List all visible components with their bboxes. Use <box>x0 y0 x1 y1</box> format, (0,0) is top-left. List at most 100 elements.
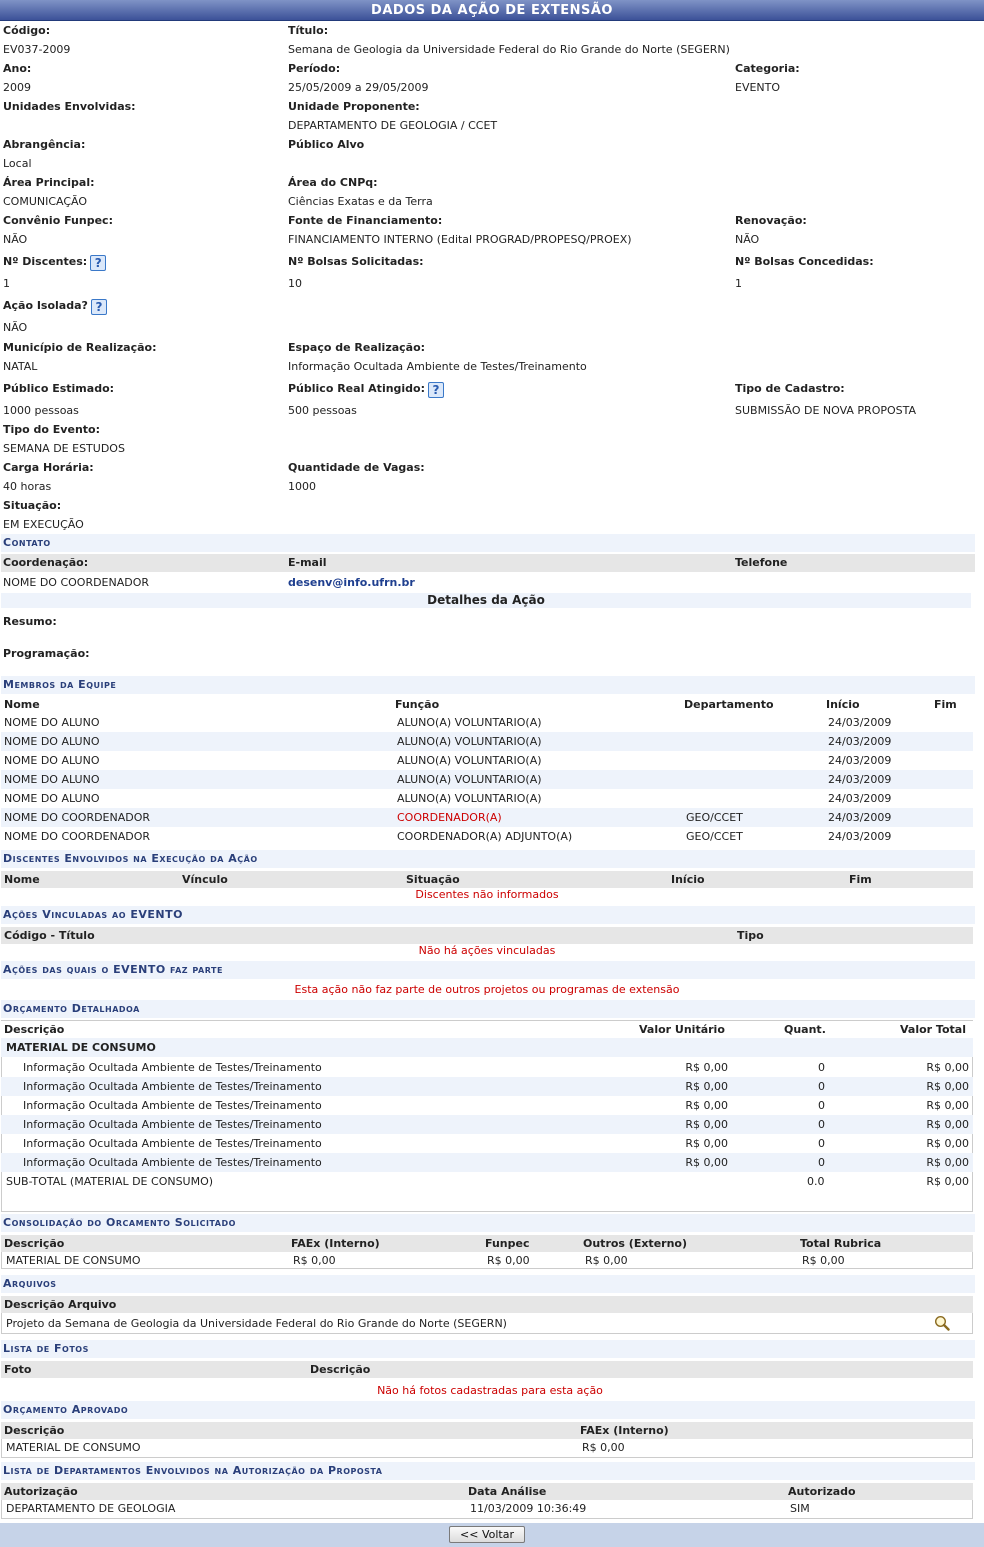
magnifier-icon[interactable] <box>934 1315 950 1331</box>
field-label-abrangencia: Abrangência: <box>3 138 86 151</box>
consolidacao-row: MATERIAL DE CONSUMO R$ 0,00 R$ 0,00 R$ 0… <box>1 1252 973 1269</box>
col-inicio: Início <box>826 698 860 711</box>
section-orcamento: Orçamento Detalhadoa <box>1 1000 975 1018</box>
field-value-area-cnpq: Ciências Exatas e da Terra <box>288 195 433 208</box>
field-value-area-principal: COMUNICAÇÃO <box>3 195 88 208</box>
cell-inicio: 24/03/2009 <box>828 716 892 729</box>
col-fim: Fim <box>849 873 872 886</box>
programacao-label: Programação: <box>3 647 90 660</box>
discentes-empty: Discentes não informados <box>415 888 559 901</box>
cell-inicio: 24/03/2009 <box>828 773 892 786</box>
section-fotos: Lista de Fotos <box>1 1340 975 1358</box>
cell-departamento: GEO/CCET <box>686 830 743 843</box>
field-value-fonte: FINANCIAMENTO INTERNO (Edital PROGRAD/PR… <box>288 233 632 246</box>
table-row: NOME DO COORDENADOR COORDENADOR(A) ADJUNT… <box>1 827 973 846</box>
group-label: MATERIAL DE CONSUMO <box>6 1041 156 1054</box>
field-label-ano: Ano: <box>3 62 32 75</box>
col-funpec: Funpec <box>485 1237 530 1250</box>
field-label-carga: Carga Horária: <box>3 461 94 474</box>
col-valor-unitario: Valor Unitário <box>639 1023 725 1036</box>
field-value-carga: 40 horas <box>3 480 52 493</box>
field-label-area-principal: Área Principal: <box>3 176 95 189</box>
cell-quant: 0 <box>818 1080 825 1093</box>
orcamento-header: Descrição Valor Unitário Quant. Valor To… <box>1 1021 973 1038</box>
cell-quant: 0 <box>818 1137 825 1150</box>
field-label-discentes: Nº Discentes: <box>3 255 88 268</box>
aprovado-row: MATERIAL DE CONSUMO R$ 0,00 <box>1 1439 973 1456</box>
table-row: Informação Ocultada Ambiente de Testes/T… <box>1 1096 973 1115</box>
consolidacao-header: Descrição FAEx (Interno) Funpec Outros (… <box>1 1235 973 1252</box>
col-faex: FAEx (Interno) <box>291 1237 380 1250</box>
field-label-acao-isolada: Ação Isolada? <box>3 299 88 312</box>
cell-funcao: ALUNO(A) VOLUNTARIO(A) <box>397 773 542 786</box>
col-telefone: Telefone <box>735 556 788 569</box>
subtotal-value: R$ 0,00 <box>926 1175 969 1188</box>
section-consolidacao: Consolidação do Orcamento Solicitado <box>1 1214 975 1232</box>
field-value-ano: 2009 <box>3 81 31 94</box>
cell-descricao: Informação Ocultada Ambiente de Testes/T… <box>23 1061 322 1074</box>
table-row: Informação Ocultada Ambiente de Testes/T… <box>1 1134 973 1153</box>
departamentos-row: DEPARTAMENTO DE GEOLOGIA 11/03/2009 10:3… <box>1 1500 973 1517</box>
cell-valor-unitario: R$ 0,00 <box>685 1156 728 1169</box>
col-descricao: Descrição <box>310 1363 371 1376</box>
fotos-empty: Não há fotos cadastradas para esta ação <box>377 1384 603 1397</box>
field-label-tipo-evento: Tipo do Evento: <box>3 423 100 436</box>
help-icon[interactable]: ? <box>428 382 445 398</box>
section-discentes-exec: Discentes Envolvidos na Execução da Ação <box>1 850 975 868</box>
field-label-area-cnpq: Área do CNPq: <box>288 176 378 189</box>
section-acoes-vinculadas: Ações Vinculadas ao EVENTO <box>1 906 975 924</box>
orcamento-subtotal: SUB-TOTAL (MATERIAL DE CONSUMO) 0.0 R$ 0… <box>1 1172 973 1191</box>
col-foto: Foto <box>4 1363 32 1376</box>
col-nome: Nome <box>4 873 40 886</box>
field-value-tipo-cadastro: SUBMISSÃO DE NOVA PROPOSTA <box>735 404 917 417</box>
field-value-discentes: 1 <box>3 277 10 290</box>
cell-quant: 0 <box>818 1156 825 1169</box>
subtotal-label: SUB-TOTAL (MATERIAL DE CONSUMO) <box>6 1175 214 1188</box>
voltar-button[interactable]: << Voltar <box>449 1526 525 1543</box>
col-valor-total: Valor Total <box>900 1023 966 1036</box>
cell-outros: R$ 0,00 <box>585 1254 628 1267</box>
cell-inicio: 24/03/2009 <box>828 735 892 748</box>
cell-valor-total: R$ 0,00 <box>926 1118 969 1131</box>
cell-nome: NOME DO ALUNO <box>4 716 100 729</box>
field-publico-real: Público Real Atingido:? <box>288 382 445 398</box>
field-value-categoria: EVENTO <box>735 81 781 94</box>
section-orcamento-aprovado: Orçamento Aprovado <box>1 1401 975 1419</box>
col-faex: FAEx (Interno) <box>580 1424 669 1437</box>
cell-inicio: 24/03/2009 <box>828 830 892 843</box>
cell-valor-total: R$ 0,00 <box>926 1156 969 1169</box>
col-tipo: Tipo <box>737 929 764 942</box>
cell-nome: NOME DO ALUNO <box>4 792 100 805</box>
field-value-situacao: EM EXECUÇÃO <box>3 518 84 531</box>
cell-autorizacao: DEPARTAMENTO DE GEOLOGIA <box>6 1502 176 1515</box>
table-row: Informação Ocultada Ambiente de Testes/T… <box>1 1058 973 1077</box>
help-icon[interactable]: ? <box>90 299 107 315</box>
field-label-publico-real: Público Real Atingido: <box>288 382 426 395</box>
cell-valor-unitario: R$ 0,00 <box>685 1118 728 1131</box>
section-acoes-parte: Ações das quais o EVENTO faz parte <box>1 961 975 979</box>
help-icon[interactable]: ? <box>90 255 107 271</box>
cell-autorizado: SIM <box>790 1502 810 1515</box>
table-row: NOME DO ALUNO ALUNO(A) VOLUNTARIO(A) 24/03… <box>1 751 973 770</box>
cell-valor-unitario: R$ 0,00 <box>685 1080 728 1093</box>
section-contato: Contato <box>1 534 975 552</box>
col-inicio: Início <box>671 873 705 886</box>
field-value-periodo: 25/05/2009 a 29/05/2009 <box>288 81 429 94</box>
orcamento-group: MATERIAL DE CONSUMO <box>1 1038 973 1057</box>
cell-valor-total: R$ 0,00 <box>926 1099 969 1112</box>
field-value-convenio: NÃO <box>3 233 28 246</box>
field-label-titulo: Título: <box>288 24 329 37</box>
cell-total: R$ 0,00 <box>802 1254 845 1267</box>
cell-quant: 0 <box>818 1118 825 1131</box>
col-codigo-titulo: Código - Título <box>4 929 95 942</box>
col-total-rubrica: Total Rubrica <box>800 1237 882 1250</box>
coordenador-email-link[interactable]: desenv@info.ufrn.br <box>288 573 415 592</box>
col-descricao: Descrição <box>4 1237 65 1250</box>
col-descricao: Descrição <box>4 1424 65 1437</box>
field-label-situacao: Situação: <box>3 499 62 512</box>
table-row: NOME DO ALUNO ALUNO(A) VOLUNTARIO(A) 24/03… <box>1 770 973 789</box>
cell-descricao: MATERIAL DE CONSUMO <box>6 1254 141 1267</box>
field-label-periodo: Período: <box>288 62 341 75</box>
cell-nome: NOME DO ALUNO <box>4 773 100 786</box>
cell-nome: NOME DO ALUNO <box>4 754 100 767</box>
